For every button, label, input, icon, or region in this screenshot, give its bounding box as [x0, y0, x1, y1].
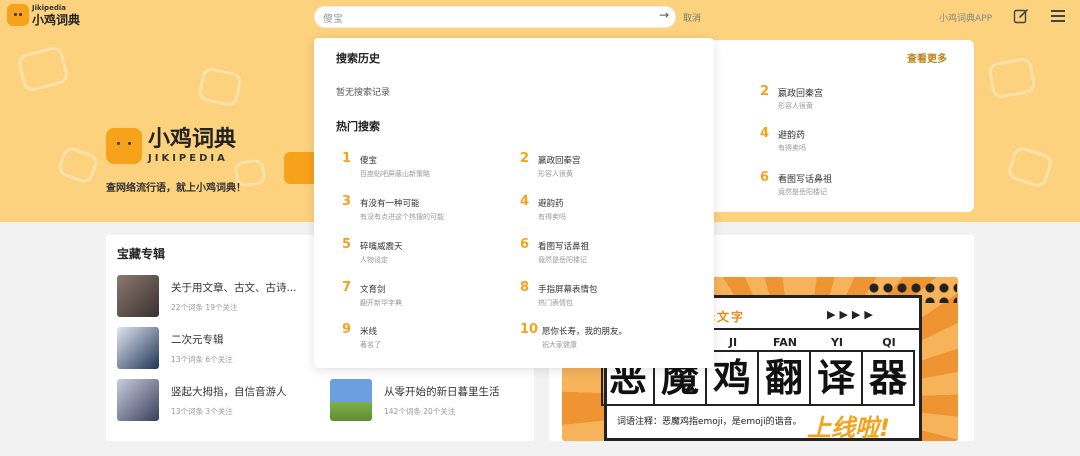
hamburger-menu-icon[interactable]	[1051, 10, 1065, 22]
hot-words-card: 查看更多 2 嬴政回秦宫 形容人很黄 4 避韵药 有得卖吗 6 看图写话鼻祖 竟…	[714, 40, 974, 212]
album-item-title: 关于用文章、古文、古诗...	[171, 282, 297, 294]
search-dropdown: 搜索历史 暂无搜索记录 热门搜索 1 傻宝 百度贴吧屏蔽山新策略 2 嬴政回秦宫…	[314, 38, 714, 368]
view-more-link[interactable]: 查看更多	[907, 50, 947, 65]
rank-number: 4	[760, 126, 770, 141]
album-item-stats: 22个词条 19个关注	[171, 303, 238, 312]
banner-pinyin: FAN	[773, 336, 797, 349]
hot-search-word: 避韵药	[538, 199, 564, 209]
album-title: 宝藏专辑	[117, 247, 166, 261]
hot-search-desc: 有得卖吗	[538, 213, 566, 221]
hot-search-word: 嬴政回秦宫	[538, 156, 581, 166]
search-input[interactable]	[315, 9, 635, 30]
search-submit-arrow-icon[interactable]: →	[659, 8, 669, 22]
hot-word-desc: 有得卖吗	[778, 144, 806, 152]
hot-search-desc: 形容人很黄	[538, 170, 573, 178]
banner-launch-text: 上线啦!	[807, 414, 890, 441]
banner-pinyin: QI	[882, 336, 896, 349]
rank-number: 2	[520, 151, 530, 166]
album-item-title: 从零开始的新日暮里生活	[384, 386, 500, 398]
hot-search-desc: 祝大家健康	[542, 341, 577, 349]
rank-number: 6	[520, 237, 530, 252]
hot-search-title: 热门搜索	[336, 120, 380, 133]
search-history-empty: 暂无搜索记录	[336, 88, 391, 98]
logo-en: Jikipedia	[32, 3, 66, 12]
hot-search-word: 文育剑	[360, 285, 386, 295]
hot-word: 嬴政回秦宫	[778, 89, 824, 99]
hero-logo-en: JIKIPEDIA	[148, 152, 228, 164]
hot-search-desc: 热门表情包	[538, 299, 573, 307]
hot-search-word: 碎嘴威震天	[360, 242, 403, 252]
chick-logo-icon	[7, 4, 29, 26]
hot-search-desc: 竟然是岳阳楼记	[538, 256, 587, 264]
hot-search-word: 愿你长寿，我的朋友。	[542, 327, 628, 337]
hot-search-desc: 人物设定	[360, 256, 388, 264]
album-thumbnail	[330, 379, 372, 421]
hot-search-word: 看图写话鼻祖	[538, 242, 590, 252]
rank-number: 9	[342, 322, 352, 337]
search-bar: →	[314, 6, 676, 30]
rank-number: 1	[342, 151, 352, 166]
banner-char: 译	[809, 350, 863, 406]
album-thumbnail	[117, 379, 159, 421]
decor-shape	[1005, 144, 1055, 190]
hot-word-desc: 竟然是岳阳楼记	[778, 188, 827, 196]
hero-slogan: 查网络流行语，就上小鸡词典！	[106, 183, 246, 194]
album-item-stats: 13个词条 3个关注	[171, 407, 233, 416]
chick-logo-icon	[106, 128, 142, 164]
album-item-title: 二次元专辑	[171, 334, 224, 346]
album-thumbnail	[117, 327, 159, 369]
album-item-stats: 13个词条 6个关注	[171, 355, 233, 364]
cancel-button[interactable]: 取消	[683, 11, 701, 24]
banner-pinyin: YI	[830, 336, 844, 349]
decor-shape	[196, 66, 244, 108]
hot-word-desc: 形容人很黄	[778, 102, 813, 110]
hero-logo-name: 小鸡词典	[148, 127, 237, 153]
rank-number: 2	[760, 84, 770, 99]
hot-search-desc: 著名了	[360, 341, 381, 349]
hot-search-desc: 翻开新华字典	[360, 299, 402, 307]
album-item[interactable]: 从零开始的新日暮里生活 142个词条 20个关注	[330, 379, 530, 421]
rank-number: 6	[760, 170, 770, 185]
album-item-stats: 142个词条 20个关注	[384, 407, 456, 416]
top-bar: Jikipedia 小鸡词典 → 取消 小鸡词典APP	[0, 0, 1080, 36]
rank-number: 3	[342, 194, 352, 209]
app-download-link[interactable]: 小鸡词典APP	[939, 11, 992, 24]
hot-search-word: 有没有一种可能	[360, 199, 420, 209]
album-item-title: 竖起大拇指，自信音游人	[171, 386, 287, 398]
album-item[interactable]: 竖起大拇指，自信音游人 13个词条 3个关注	[117, 379, 317, 421]
hot-word: 避韵药	[778, 131, 806, 141]
banner-arrows: ▶▶▶▶	[827, 308, 877, 321]
rank-number: 4	[520, 194, 530, 209]
hot-word: 看图写话鼻祖	[778, 175, 833, 185]
hot-search-word: 手指屏幕表情包	[538, 285, 598, 295]
rank-number: 7	[342, 280, 352, 295]
rank-number: 5	[342, 237, 352, 252]
banner-note: 词语注释：恶魔鸡指emoji，是emoji的谐音。	[617, 417, 802, 427]
edit-icon[interactable]	[1013, 8, 1029, 24]
decor-shape	[55, 144, 101, 186]
hot-search-word: 米线	[360, 327, 378, 337]
rank-number: 8	[520, 280, 530, 295]
banner-char: 翻	[757, 350, 811, 406]
hero-logo: 小鸡词典 JIKIPEDIA	[106, 128, 236, 164]
logo-cn: 小鸡词典	[32, 12, 81, 27]
rank-number: 10	[520, 322, 539, 337]
hot-search-desc: 百度贴吧屏蔽山新策略	[360, 170, 430, 178]
hot-search-desc: 有没有点进这个热搜的可能	[360, 213, 444, 221]
banner-char: 器	[861, 350, 915, 406]
album-thumbnail	[117, 275, 159, 317]
site-logo[interactable]: Jikipedia 小鸡词典	[7, 4, 80, 26]
decor-shape	[15, 44, 71, 94]
decor-shape	[987, 56, 1037, 100]
search-history-title: 搜索历史	[336, 52, 380, 65]
hot-search-word: 傻宝	[360, 156, 378, 166]
